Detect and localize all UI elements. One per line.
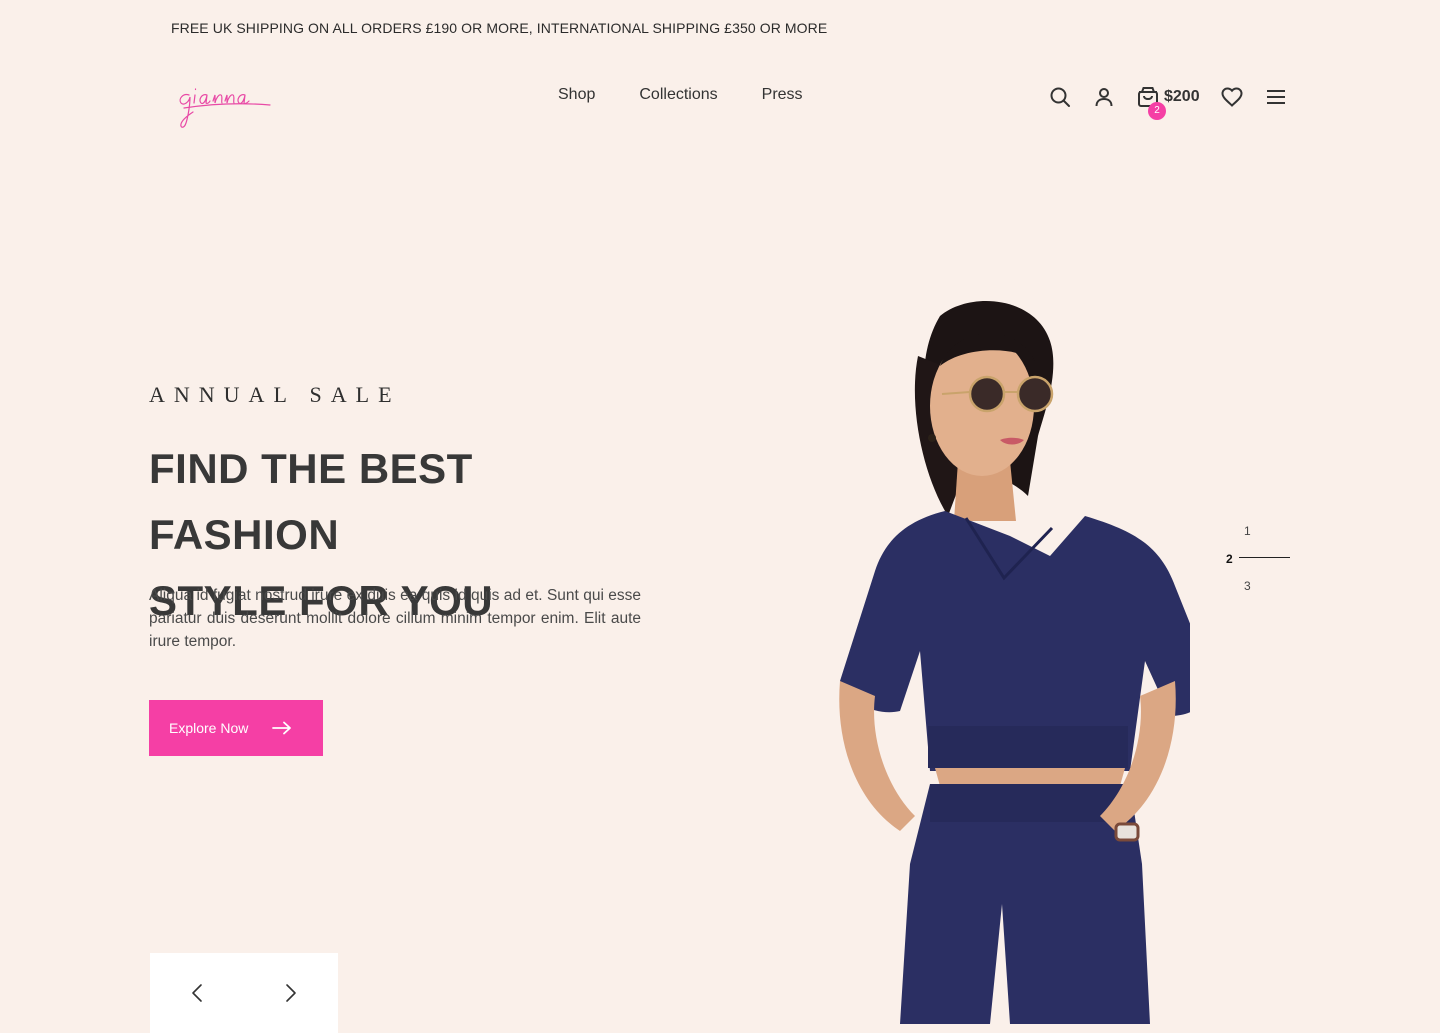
hero-eyebrow: ANNUAL SALE [149, 382, 401, 407]
cart-total: $200 [1164, 88, 1200, 105]
slider-next-button[interactable] [271, 973, 311, 1013]
nav-item-collections[interactable]: Collections [639, 86, 717, 104]
brand-logo[interactable] [175, 78, 275, 132]
user-icon [1095, 88, 1113, 107]
menu-button[interactable] [1262, 83, 1290, 111]
hamburger-menu-icon [1266, 90, 1285, 104]
hero-model-image [790, 296, 1215, 1026]
pager-item-3[interactable]: 3 [1244, 579, 1251, 593]
pager-active-line [1239, 557, 1290, 558]
wishlist-button[interactable] [1218, 83, 1246, 111]
hero-title-line-1: FIND THE BEST FASHION [149, 445, 473, 558]
search-icon [1050, 87, 1070, 107]
hero-description: Aliqua id fugiat nostrud irure ex duis e… [149, 587, 641, 650]
nav-item-shop[interactable]: Shop [558, 86, 595, 104]
arrow-right-icon [272, 721, 292, 735]
search-button[interactable] [1046, 83, 1074, 111]
slider-prev-button[interactable] [177, 973, 217, 1013]
chevron-right-icon [286, 984, 296, 1002]
chevron-left-icon [192, 984, 202, 1002]
heart-icon [1221, 87, 1243, 107]
explore-now-label: Explore Now [169, 720, 249, 736]
brand-logo-script [179, 88, 271, 128]
header-actions: 2 $200 [1046, 82, 1290, 120]
model-illustration [839, 301, 1215, 1024]
account-button[interactable] [1090, 83, 1118, 111]
pager-item-1[interactable]: 1 [1244, 524, 1251, 538]
explore-now-button[interactable]: Explore Now [149, 700, 323, 756]
nav-item-press[interactable]: Press [762, 86, 803, 104]
pager-item-2[interactable]: 2 [1226, 552, 1233, 566]
cart-count-badge: 2 [1148, 102, 1166, 120]
shipping-announcement: FREE UK SHIPPING ON ALL ORDERS £190 OR M… [171, 20, 828, 36]
slider-controls [150, 953, 338, 1033]
main-nav: Shop Collections Press [558, 86, 803, 104]
cart-button[interactable]: 2 $200 [1134, 83, 1200, 120]
